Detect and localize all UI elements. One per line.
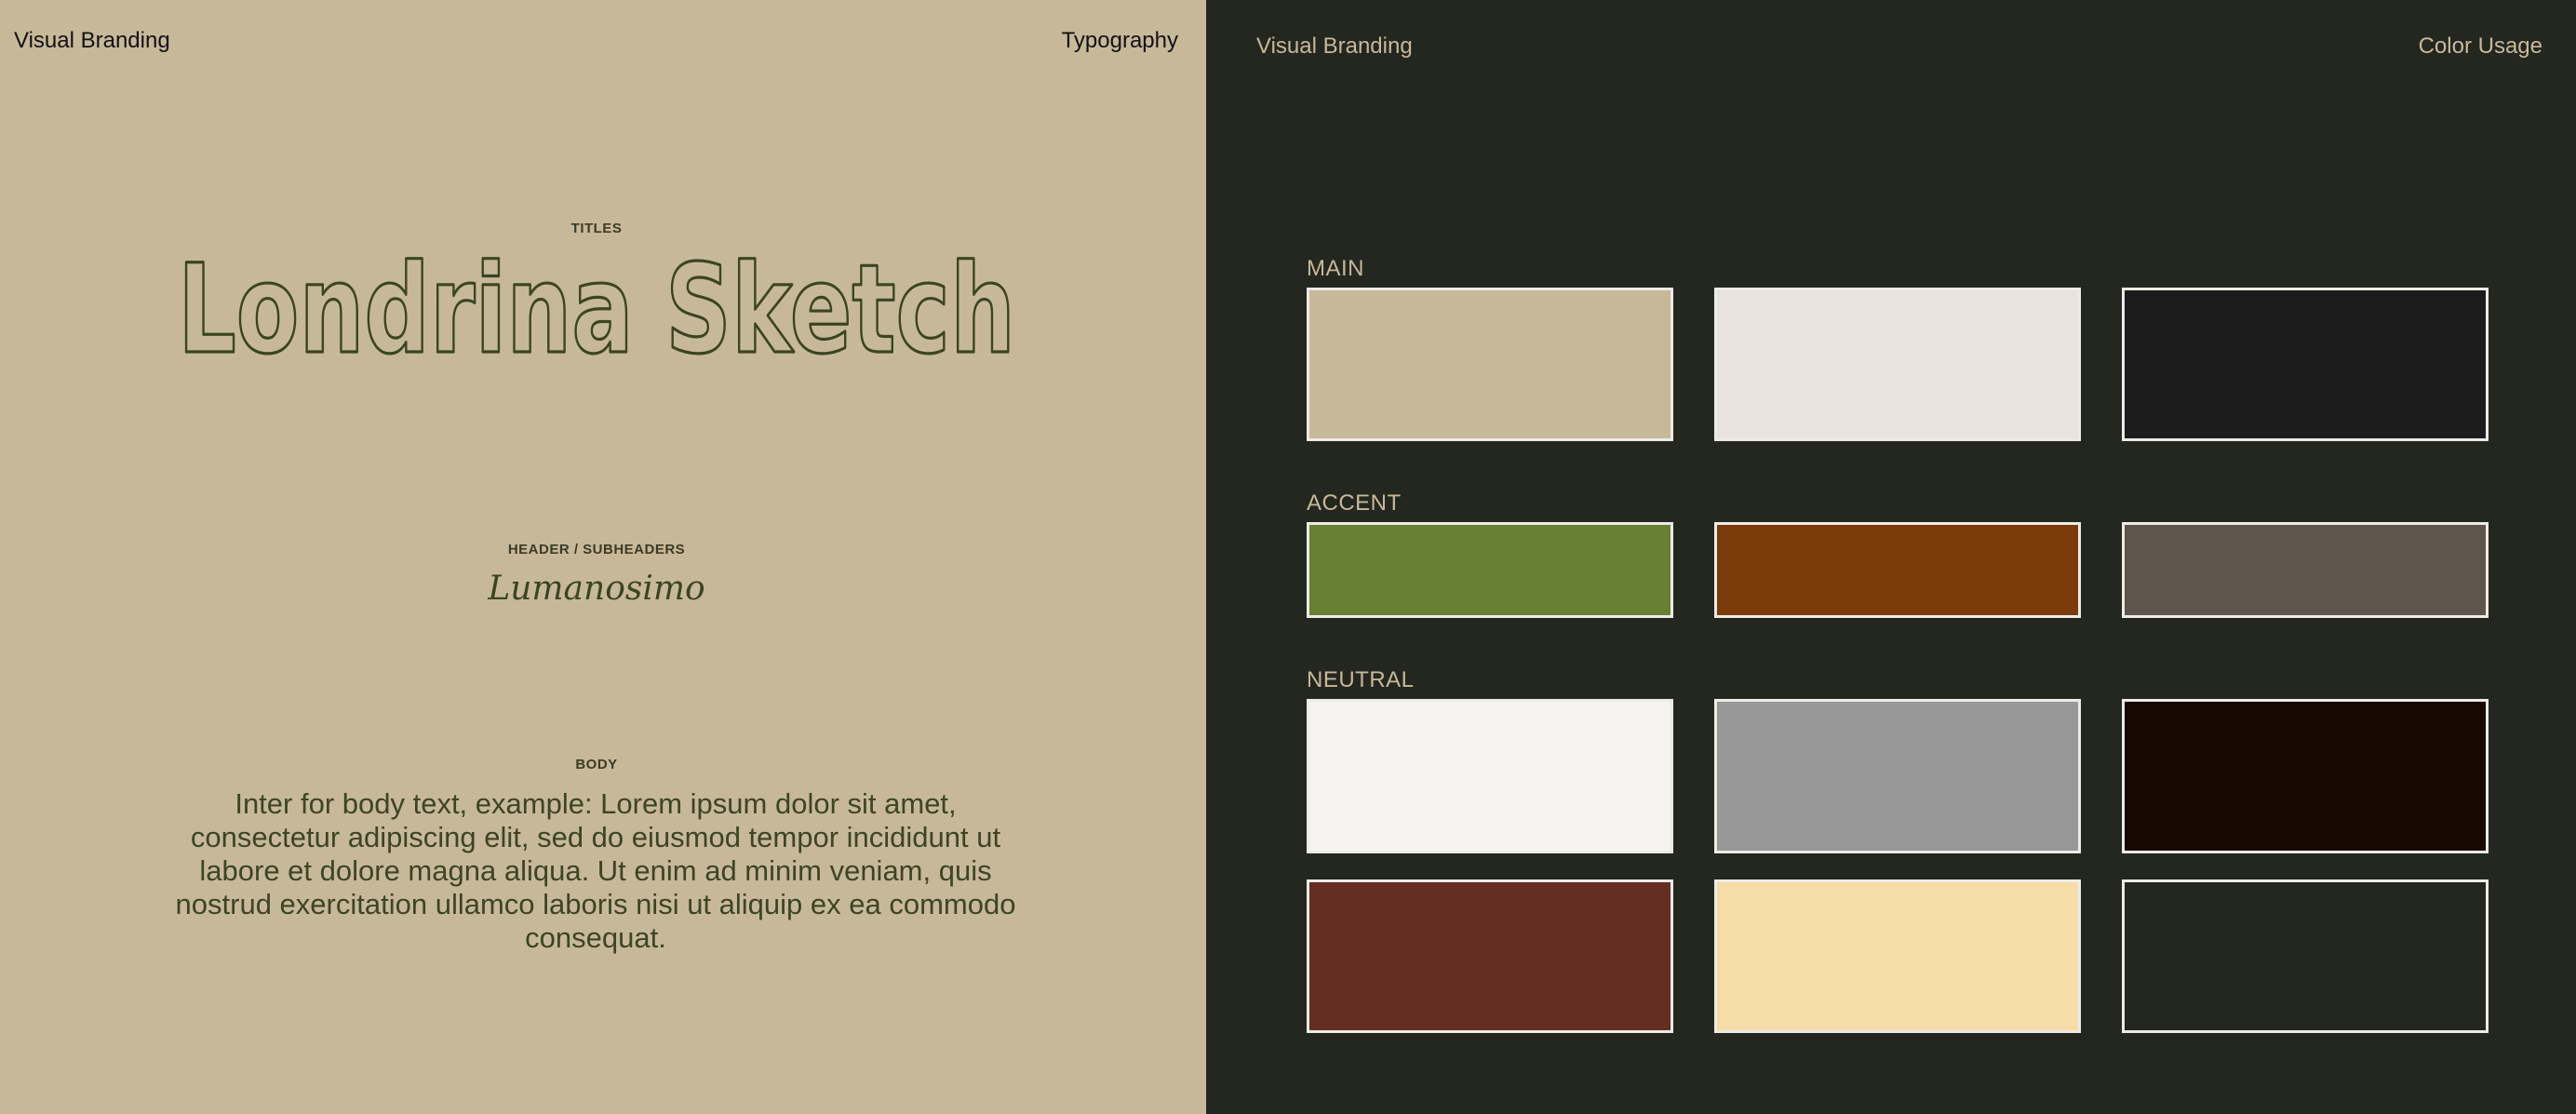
color-swatch: [2122, 288, 2489, 441]
color-swatch: [2122, 699, 2489, 853]
titles-font-sample: Londrina Sketch: [0, 233, 1193, 382]
section-title: Color Usage: [2418, 34, 2542, 59]
header-caption: HEADER / SUBHEADERS: [507, 542, 686, 557]
color-swatch: [2122, 879, 2489, 1033]
color-swatch: [1307, 699, 1673, 853]
color-swatch: [1714, 879, 2081, 1033]
color-swatch: [1714, 288, 2081, 441]
body-caption: BODY: [575, 757, 618, 772]
color-swatch: [1714, 699, 2081, 853]
main-colors-label: MAIN: [1307, 256, 1364, 281]
accent-colors-label: ACCENT: [1307, 490, 1402, 516]
typography-panel: Visual Branding Typography TITLES Londri…: [0, 0, 1206, 1114]
section-title: Typography: [1061, 28, 1178, 53]
neutral-colors-label: NEUTRAL: [1307, 667, 1415, 692]
body-font-sample: Inter for body text, example: Lorem ipsu…: [175, 787, 1016, 954]
color-usage-panel: Visual Branding Color Usage MAIN ACCENT …: [1206, 0, 2576, 1114]
header-font-sample: Lumanosimo: [488, 570, 705, 608]
brand-title: Visual Branding: [1256, 34, 1413, 59]
color-swatch: [1307, 288, 1673, 441]
color-swatch: [2122, 522, 2489, 618]
brand-title: Visual Branding: [14, 28, 170, 53]
titles-font-name: Londrina Sketch: [178, 238, 1015, 382]
color-swatch: [1307, 879, 1673, 1033]
color-swatch: [1714, 522, 2081, 618]
color-swatch: [1307, 522, 1673, 618]
